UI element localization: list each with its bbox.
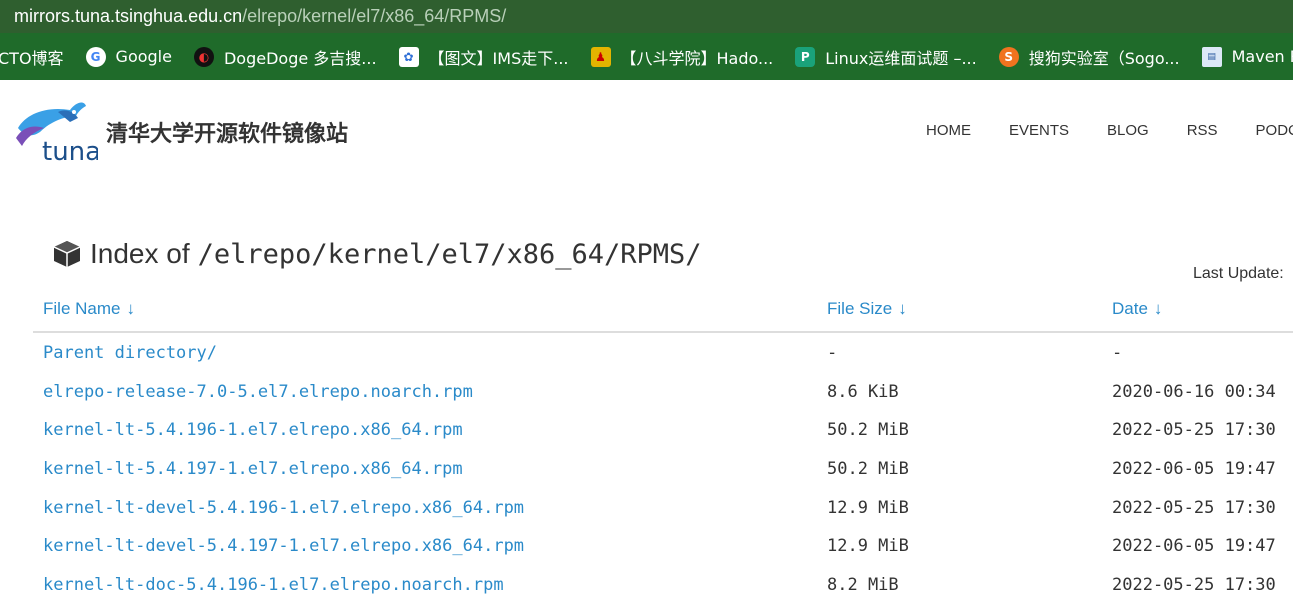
file-date: 2022-06-05 19:47	[1112, 459, 1276, 479]
dogedoge-icon: ◐	[193, 46, 214, 67]
header-name-label: File Name	[43, 299, 121, 318]
page-title: Index of /elrepo/kernel/el7/x86_64/RPMS/	[52, 238, 702, 270]
bookmark-ims[interactable]: ✿ 【图文】IMS走下...	[398, 45, 569, 69]
sort-file-name[interactable]: File Name ↓	[43, 299, 135, 319]
title-prefix: Index of	[90, 238, 190, 269]
tuna-logo-icon[interactable]: tuna	[12, 98, 98, 164]
file-size: -	[827, 343, 838, 363]
title-path: /elrepo/kernel/el7/x86_64/RPMS/	[197, 238, 702, 270]
package-icon	[53, 241, 81, 267]
bookmark-dogedoge[interactable]: ◐ DogeDoge 多吉搜...	[193, 45, 377, 69]
bookmark-label: Google	[115, 47, 172, 66]
bookmarks-bar: CTO博客 G Google ◐ DogeDoge 多吉搜... ✿ 【图文】I…	[0, 33, 1293, 80]
table-row: kernel-lt-5.4.197-1.el7.elrepo.x86_64.rp…	[0, 451, 1293, 489]
table-row: Parent directory/ - -	[0, 335, 1293, 373]
bookmark-google[interactable]: G Google	[85, 46, 172, 67]
file-size: 12.9 MiB	[827, 536, 909, 556]
nav-rss[interactable]: RSS	[1187, 122, 1218, 139]
file-date: 2020-06-16 00:34	[1112, 382, 1276, 402]
table-row: kernel-lt-doc-5.4.196-1.el7.elrepo.noarc…	[0, 567, 1293, 605]
site-title[interactable]: 清华大学开源软件镜像站	[106, 116, 348, 148]
maven-icon: ▤	[1201, 46, 1222, 67]
nav-home[interactable]: HOME	[926, 122, 971, 139]
site-header: tuna 清华大学开源软件镜像站 HOME EVENTS BLOG RSS PO…	[0, 80, 1293, 180]
sort-date[interactable]: Date ↓	[1112, 299, 1162, 319]
file-date: -	[1112, 343, 1123, 363]
table-row: kernel-lt-5.4.196-1.el7.elrepo.x86_64.rp…	[0, 412, 1293, 450]
p-icon: P	[795, 46, 816, 67]
bookmark-linux-interview[interactable]: P Linux运维面试题 –...	[795, 45, 977, 69]
sort-arrow-down-icon: ↓	[898, 299, 907, 318]
file-date: 2022-05-25 17:30	[1112, 498, 1276, 518]
bookmark-label: 【八斗学院】Hado...	[620, 48, 774, 68]
file-link[interactable]: kernel-lt-doc-5.4.196-1.el7.elrepo.noarc…	[43, 575, 504, 595]
file-size: 8.6 KiB	[827, 382, 899, 402]
table-row: kernel-lt-devel-5.4.197-1.el7.elrepo.x86…	[0, 528, 1293, 566]
header-size-label: File Size	[827, 299, 893, 318]
file-date: 2022-05-25 17:30	[1112, 420, 1276, 440]
address-bar[interactable]: mirrors.tuna.tsinghua.edu.cn/elrepo/kern…	[0, 0, 1293, 33]
bookmark-sogou[interactable]: S 搜狗实验室（Sogo...	[998, 45, 1180, 69]
url-path: /elrepo/kernel/el7/x86_64/RPMS/	[242, 6, 507, 26]
bookmark-badou[interactable]: ♟ 【八斗学院】Hado...	[590, 45, 774, 69]
nav-podcast[interactable]: PODCA	[1256, 122, 1293, 139]
main-nav: HOME EVENTS BLOG RSS PODCA	[926, 122, 1293, 139]
nav-events[interactable]: EVENTS	[1009, 122, 1069, 139]
bookmark-label: DogeDoge 多吉搜...	[223, 48, 377, 68]
url-host: mirrors.tuna.tsinghua.edu.cn	[14, 6, 243, 26]
baidu-icon: ✿	[398, 46, 419, 67]
sort-arrow-down-icon: ↓	[126, 299, 135, 318]
file-date: 2022-05-25 17:30	[1112, 575, 1276, 595]
bookmark-label: CTO博客	[0, 48, 64, 68]
bookmark-label: Linux运维面试题 –...	[825, 48, 977, 68]
file-link[interactable]: kernel-lt-devel-5.4.196-1.el7.elrepo.x86…	[43, 498, 524, 518]
table-header: File Name ↓ File Size ↓ Date ↓	[33, 288, 1293, 333]
sort-arrow-down-icon: ↓	[1153, 299, 1163, 318]
sogou-icon: S	[998, 46, 1019, 67]
file-size: 50.2 MiB	[827, 420, 909, 440]
file-link[interactable]: elrepo-release-7.0-5.el7.elrepo.noarch.r…	[43, 382, 473, 402]
bookmark-label: Maven Repository...	[1231, 47, 1293, 66]
file-link[interactable]: kernel-lt-5.4.196-1.el7.elrepo.x86_64.rp…	[43, 420, 463, 440]
table-row: kernel-lt-devel-5.4.196-1.el7.elrepo.x86…	[0, 490, 1293, 528]
bookmark-label: 搜狗实验室（Sogo...	[1028, 48, 1180, 68]
bookmark-cto[interactable]: CTO博客	[0, 45, 64, 69]
last-update-label: Last Update:	[1193, 265, 1284, 282]
bookmark-label: 【图文】IMS走下...	[428, 48, 569, 68]
table-row: elrepo-release-7.0-5.el7.elrepo.noarch.r…	[0, 374, 1293, 412]
logo-text: tuna	[42, 137, 98, 164]
google-icon: G	[85, 46, 106, 67]
file-link[interactable]: kernel-lt-5.4.197-1.el7.elrepo.x86_64.rp…	[43, 459, 463, 479]
file-link[interactable]: kernel-lt-devel-5.4.197-1.el7.elrepo.x86…	[43, 536, 524, 556]
badou-icon: ♟	[590, 46, 611, 67]
file-date: 2022-06-05 19:47	[1112, 536, 1276, 556]
file-link[interactable]: Parent directory/	[43, 343, 217, 363]
header-date-label: Date	[1112, 299, 1148, 318]
file-size: 8.2 MiB	[827, 575, 899, 595]
bookmark-maven[interactable]: ▤ Maven Repository...	[1201, 46, 1293, 67]
file-size: 50.2 MiB	[827, 459, 909, 479]
file-size: 12.9 MiB	[827, 498, 909, 518]
sort-file-size[interactable]: File Size ↓	[827, 299, 907, 319]
nav-blog[interactable]: BLOG	[1107, 122, 1149, 139]
